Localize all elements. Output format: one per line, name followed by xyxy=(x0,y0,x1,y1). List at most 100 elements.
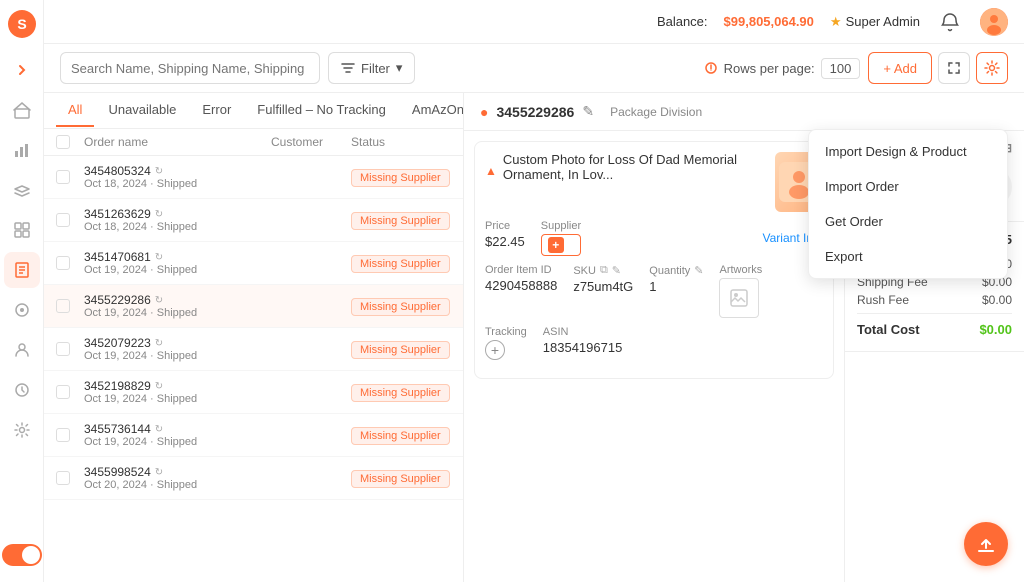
asin-label: ASIN xyxy=(543,326,623,338)
table-row[interactable]: 3452079223 ↻ Oct 19, 2024 · Shipped Miss… xyxy=(44,328,463,371)
refresh-icon: ↻ xyxy=(155,209,163,220)
row-checkbox[interactable] xyxy=(56,256,70,270)
orders-scroll[interactable]: 3454805324 ↻ Oct 18, 2024 · Shipped Miss… xyxy=(44,156,463,582)
tab-all[interactable]: All xyxy=(56,94,94,127)
edit-icon[interactable]: ✎ xyxy=(582,103,594,120)
svg-text:S: S xyxy=(17,16,26,32)
settings-button[interactable] xyxy=(976,52,1008,84)
sidebar-user-icon[interactable] xyxy=(4,332,40,368)
row-checkbox[interactable] xyxy=(56,170,70,184)
table-row[interactable]: 3451263629 ↻ Oct 18, 2024 · Shipped Miss… xyxy=(44,199,463,242)
sidebar-orders-icon[interactable] xyxy=(4,252,40,288)
order-id: 3455736144 xyxy=(84,422,151,436)
row-checkbox[interactable] xyxy=(56,385,70,399)
rows-label: Rows per page: 100 xyxy=(704,58,861,79)
menu-export[interactable]: Export xyxy=(809,239,1007,274)
supplier-group: Supplier + xyxy=(541,220,581,256)
menu-import-order[interactable]: Import Order xyxy=(809,169,1007,204)
add-button[interactable]: + Add xyxy=(868,52,932,84)
row-checkbox[interactable] xyxy=(56,342,70,356)
sidebar-clock-icon[interactable] xyxy=(4,372,40,408)
total-cost-label: Total Cost xyxy=(857,322,920,337)
row-checkbox[interactable] xyxy=(56,299,70,313)
row-checkbox[interactable] xyxy=(56,428,70,442)
status-badge: Missing Supplier xyxy=(351,255,450,273)
table-row[interactable]: 3454805324 ↻ Oct 18, 2024 · Shipped Miss… xyxy=(44,156,463,199)
notification-icon[interactable] xyxy=(936,8,964,36)
tab-fulfilled-no-tracking[interactable]: Fulfilled – No Tracking xyxy=(245,94,398,127)
sidebar-settings-icon[interactable] xyxy=(4,412,40,448)
package-label: Package Division xyxy=(610,105,702,119)
status-badge: Missing Supplier xyxy=(351,384,450,402)
refresh-icon: ↻ xyxy=(155,252,163,263)
supplier-add-button[interactable]: + xyxy=(541,234,581,256)
sidebar-layers-icon[interactable] xyxy=(4,172,40,208)
sidebar-toggle[interactable] xyxy=(2,544,42,566)
sku-edit-icon[interactable]: ✎ xyxy=(612,264,621,277)
detail-header: ● 3455229286 ✎ Package Division xyxy=(464,93,1024,131)
order-item-id-group: Order Item ID 4290458888 xyxy=(485,264,557,318)
status-badge: Missing Supplier xyxy=(351,298,450,316)
main-content: Balance: $99,805,064.90 ★ Super Admin xyxy=(44,0,1024,582)
content-area: All Unavailable Error Fulfilled – No Tra… xyxy=(44,93,1024,582)
upload-fab[interactable] xyxy=(964,522,1008,566)
refresh-icon: ↻ xyxy=(155,381,163,392)
product-card: ▲ Custom Photo for Loss Of Dad Memorial … xyxy=(474,141,834,379)
price-label: Price xyxy=(485,220,525,232)
upload-icon xyxy=(975,533,997,555)
expand-icon xyxy=(947,61,961,75)
table-row[interactable]: 3455229286 ↻ Oct 19, 2024 · Shipped Miss… xyxy=(44,285,463,328)
row-checkbox[interactable] xyxy=(56,471,70,485)
quantity-edit-icon[interactable]: ✎ xyxy=(694,264,703,277)
product-title: Custom Photo for Loss Of Dad Memorial Or… xyxy=(503,152,776,182)
dropdown-menu: Import Design & Product Import Order Get… xyxy=(808,129,1008,279)
tab-error[interactable]: Error xyxy=(190,94,243,127)
rows-per-page-label: Rows per page: xyxy=(724,61,815,76)
expand-button[interactable] xyxy=(938,52,970,84)
quantity-group: Quantity ✎ 1 xyxy=(649,264,703,318)
sidebar-nav-icon[interactable] xyxy=(4,52,40,88)
menu-get-order[interactable]: Get Order xyxy=(809,204,1007,239)
app-logo[interactable]: S xyxy=(6,8,38,40)
table-row[interactable]: 3455736144 ↻ Oct 19, 2024 · Shipped Miss… xyxy=(44,414,463,457)
table-row[interactable]: 3451470681 ↻ Oct 19, 2024 · Shipped Miss… xyxy=(44,242,463,285)
table-row[interactable]: 3455998524 ↻ Oct 20, 2024 · Shipped Miss… xyxy=(44,457,463,500)
filter-button[interactable]: Filter ▾ xyxy=(328,52,415,84)
table-row[interactable]: 3452198829 ↻ Oct 19, 2024 · Shipped Miss… xyxy=(44,371,463,414)
order-id: 3454805324 xyxy=(84,164,151,178)
product-chevron-icon[interactable]: ▲ xyxy=(485,164,497,178)
sidebar-home-icon[interactable] xyxy=(4,92,40,128)
rows-count-value[interactable]: 100 xyxy=(821,58,861,79)
admin-badge: ★ Super Admin xyxy=(830,14,920,30)
sidebar-grid-icon[interactable] xyxy=(4,212,40,248)
menu-import-design[interactable]: Import Design & Product xyxy=(809,134,1007,169)
rush-fee-label: Rush Fee xyxy=(857,293,909,307)
status-badge: Missing Supplier xyxy=(351,341,450,359)
sku-label: SKU xyxy=(573,265,596,277)
sidebar-tools-icon[interactable] xyxy=(4,292,40,328)
row-checkbox[interactable] xyxy=(56,213,70,227)
tab-unavailable[interactable]: Unavailable xyxy=(96,94,188,127)
sidebar: S xyxy=(0,0,44,582)
sku-copy-icon[interactable]: ⧉ xyxy=(600,264,608,277)
gear-icon xyxy=(984,60,1000,76)
detail-orange-dot: ● xyxy=(480,104,488,120)
user-avatar[interactable] xyxy=(980,8,1008,36)
quantity-value: 1 xyxy=(649,279,703,294)
sidebar-chart-icon[interactable] xyxy=(4,132,40,168)
order-date: Oct 19, 2024 · Shipped xyxy=(84,393,271,405)
tracking-add-button[interactable]: + xyxy=(485,340,505,360)
tab-amazon[interactable]: AmAzOn xyxy=(400,94,464,127)
search-input[interactable] xyxy=(60,52,320,84)
order-item-id-value: 4290458888 xyxy=(485,278,557,293)
artwork-thumbnail[interactable] xyxy=(719,278,759,318)
order-id: 3451263629 xyxy=(84,207,151,221)
filter-chevron-icon: ▾ xyxy=(396,60,403,76)
order-date: Oct 19, 2024 · Shipped xyxy=(84,264,271,276)
status-badge: Missing Supplier xyxy=(351,212,450,230)
select-all-checkbox[interactable] xyxy=(56,135,84,149)
sku-group: SKU ⧉ ✎ z75um4tG xyxy=(573,264,633,318)
sku-value: z75um4tG xyxy=(573,279,633,294)
order-list: All Unavailable Error Fulfilled – No Tra… xyxy=(44,93,464,582)
refresh-icon: ↻ xyxy=(155,338,163,349)
